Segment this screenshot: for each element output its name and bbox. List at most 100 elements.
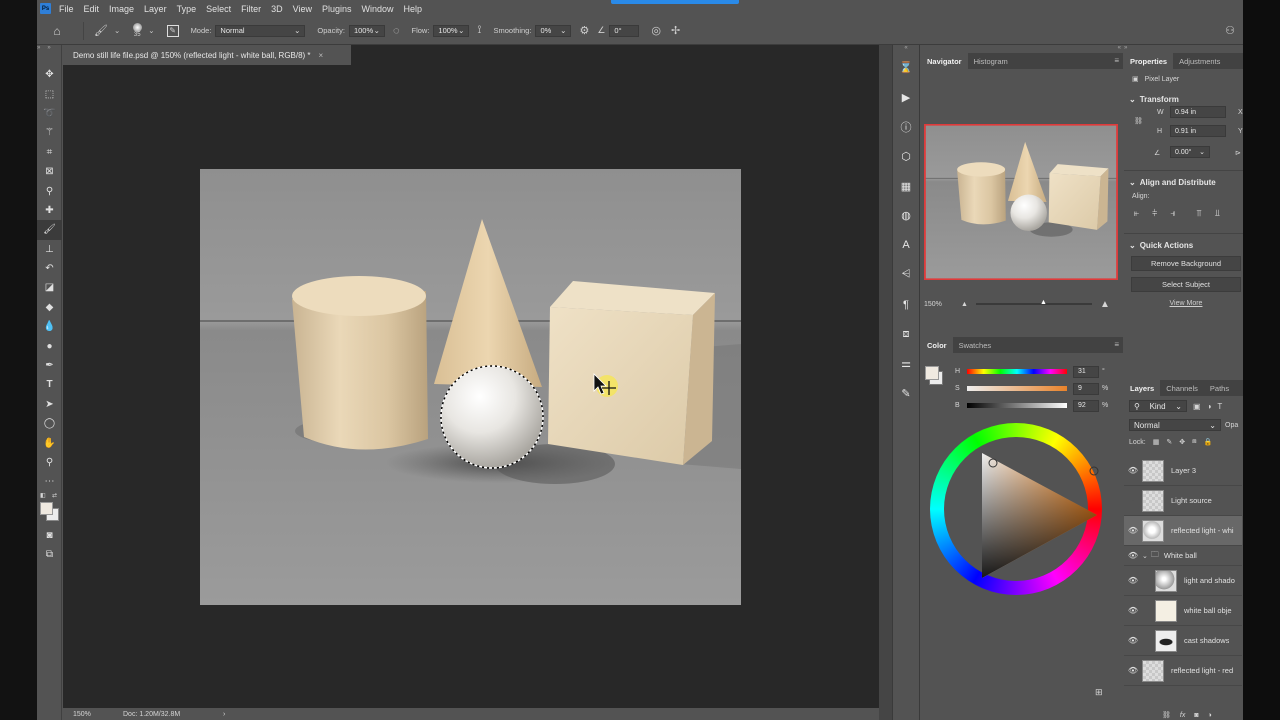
paragraph-styles-icon[interactable]: ⧈ [893, 319, 919, 349]
chevron-right-icon[interactable]: › [223, 711, 225, 718]
chevron-down-icon[interactable]: ⌄ [114, 26, 120, 35]
paint-bucket-tool-icon[interactable]: ◆ [37, 298, 62, 317]
color-triangle[interactable] [930, 423, 1102, 595]
remove-background-button[interactable]: Remove Background [1131, 256, 1241, 271]
chevron-down-icon[interactable]: ⌄ [148, 26, 154, 35]
eyedropper-tool-icon[interactable]: ⚲ [37, 181, 62, 200]
blend-mode-select[interactable]: Normal ⌄ [1129, 419, 1221, 431]
libraries-icon[interactable]: ▦ [893, 171, 919, 201]
eye-icon[interactable]: 👁 [1124, 526, 1142, 535]
flow-field[interactable]: 100% ⌄ [433, 24, 470, 37]
pressure-opacity-icon[interactable]: ◌ [393, 25, 400, 37]
eye-icon[interactable]: 👁 [1124, 636, 1142, 645]
menu-help[interactable]: Help [404, 4, 423, 14]
swap-colors-icon[interactable]: ⇄ [52, 492, 57, 499]
tab-navigator[interactable]: Navigator [921, 53, 968, 69]
align-section[interactable]: ⌄ Align and Distribute [1124, 175, 1243, 189]
chevron-down-icon[interactable]: ⌄ [1142, 552, 1148, 560]
layer-row[interactable]: 👁 reflected light - red [1124, 656, 1242, 686]
adjustment-layer-icon[interactable]: ◑ [1208, 712, 1212, 719]
angle-field[interactable]: 0.00° ⌄ [1170, 146, 1210, 158]
eraser-tool-icon[interactable]: ◪ [37, 278, 62, 297]
crop-tool-icon[interactable]: ⌗ [37, 143, 62, 162]
tab-channels[interactable]: Channels [1160, 380, 1204, 396]
zoom-in-icon[interactable]: ▲ [1100, 299, 1110, 310]
eye-icon[interactable]: 👁 [1124, 606, 1142, 615]
quick-actions-section[interactable]: ⌄ Quick Actions [1124, 238, 1243, 252]
filter-adjustment-icon[interactable]: ◑ [1207, 402, 1212, 411]
brush-tool-icon[interactable]: 🖌 [37, 220, 62, 240]
lasso-tool-icon[interactable]: ➰ [37, 104, 62, 123]
screen-mode-icon[interactable]: ⧉ [37, 545, 62, 564]
gear-icon[interactable]: ⚙ [579, 24, 589, 37]
canvas-artwork[interactable] [200, 169, 741, 605]
info-icon[interactable]: ⓘ [893, 112, 919, 142]
pressure-size-icon[interactable]: ◎ [651, 24, 661, 37]
opacity-field[interactable]: 100% ⌄ [348, 24, 385, 37]
filter-pixel-icon[interactable]: ▣ [1193, 402, 1201, 411]
blur-tool-icon[interactable]: 💧 [37, 317, 62, 336]
character-icon[interactable]: A [893, 231, 919, 261]
menu-type[interactable]: Type [177, 4, 197, 14]
document-tab[interactable]: Demo still life file.psd @ 150% (reflect… [63, 45, 351, 65]
collapse-chevron-icon[interactable]: « [921, 45, 1123, 53]
lock-position-icon[interactable]: ✥ [1179, 438, 1185, 446]
transform-section[interactable]: ⌄ Transform [1124, 92, 1243, 106]
fx-icon[interactable]: fx [1180, 712, 1185, 719]
panel-menu-icon[interactable]: ≡ [1114, 340, 1119, 349]
menu-select[interactable]: Select [206, 4, 231, 14]
airbrush-icon[interactable]: ⟟ [477, 24, 481, 37]
type-tool-icon[interactable]: T [37, 375, 62, 394]
lock-pixels-icon[interactable]: ✎ [1166, 438, 1172, 446]
styles-icon[interactable]: ◍ [893, 201, 919, 231]
vertical-scrollbar[interactable] [879, 45, 892, 720]
move-tool-icon[interactable]: ✥ [37, 65, 62, 84]
character-styles-icon[interactable]: ⩤ [893, 260, 919, 290]
menu-plugins[interactable]: Plugins [322, 4, 352, 14]
align-center-icon[interactable]: ⫩ [1152, 208, 1157, 219]
brightness-slider[interactable] [967, 403, 1067, 408]
panel-menu-icon[interactable]: ≡ [1114, 56, 1119, 65]
marquee-tool-icon[interactable]: ⬚ [37, 84, 62, 103]
brush-tool-preset-icon[interactable]: 🖌 [94, 24, 108, 37]
magic-wand-tool-icon[interactable]: ⚚ [37, 123, 62, 142]
zoom-out-icon[interactable]: ▲ [961, 301, 968, 308]
tab-layers[interactable]: Layers [1124, 380, 1161, 396]
menu-3d[interactable]: 3D [271, 4, 283, 14]
flip-icon[interactable]: ⊳ [1235, 149, 1241, 157]
zoom-tool-icon[interactable]: ⚲ [37, 453, 62, 472]
pen-tool-icon[interactable]: ✒ [37, 356, 62, 375]
align-top-icon[interactable]: ⫪ [1197, 208, 1202, 219]
menu-layer[interactable]: Layer [144, 4, 167, 14]
link-icon[interactable]: ⛓ [1134, 117, 1143, 125]
navigator-thumbnail[interactable] [924, 124, 1118, 280]
tab-histogram[interactable]: Histogram [968, 53, 1014, 69]
history-panel-icon[interactable]: ⌛ [893, 53, 919, 83]
layer-row[interactable]: 👁 light and shado [1124, 566, 1242, 596]
collapse-chevron-icon[interactable]: » [37, 45, 47, 55]
doc-info[interactable]: Doc: 1.20M/32.8M [123, 711, 223, 718]
tab-color[interactable]: Color [921, 337, 953, 353]
color-wheel[interactable] [930, 423, 1102, 595]
mode-select[interactable]: Normal ⌄ [215, 24, 306, 37]
brush-settings-icon[interactable]: ✎ [893, 379, 919, 409]
menu-image[interactable]: Image [109, 4, 134, 14]
layer-row[interactable]: 👁 Layer 3 [1124, 456, 1242, 486]
filter-type-icon[interactable]: T [1217, 402, 1222, 411]
hue-value[interactable]: 31 [1073, 365, 1099, 378]
path-selection-tool-icon[interactable]: ➤ [37, 395, 62, 414]
layer-row[interactable]: 👁 white ball obje [1124, 596, 1242, 626]
zoom-level[interactable]: 150% [73, 711, 123, 718]
menu-view[interactable]: View [293, 4, 312, 14]
quick-mask-icon[interactable]: ◙ [37, 526, 62, 545]
menu-file[interactable]: File [59, 4, 74, 14]
add-mask-icon[interactable]: ◙ [1194, 712, 1198, 719]
menu-edit[interactable]: Edit [84, 4, 100, 14]
brush-settings-icon[interactable]: ✎ [166, 24, 179, 37]
layer-row[interactable]: 👁 cast shadows [1124, 626, 1242, 656]
h-field[interactable]: 0.91 in [1170, 125, 1226, 137]
select-subject-button[interactable]: Select Subject [1131, 277, 1241, 292]
tab-adjustments[interactable]: Adjustments [1173, 53, 1226, 69]
foreground-color-swatch[interactable] [40, 501, 53, 515]
adjustments-sliders-icon[interactable]: ⚌ [893, 349, 919, 379]
